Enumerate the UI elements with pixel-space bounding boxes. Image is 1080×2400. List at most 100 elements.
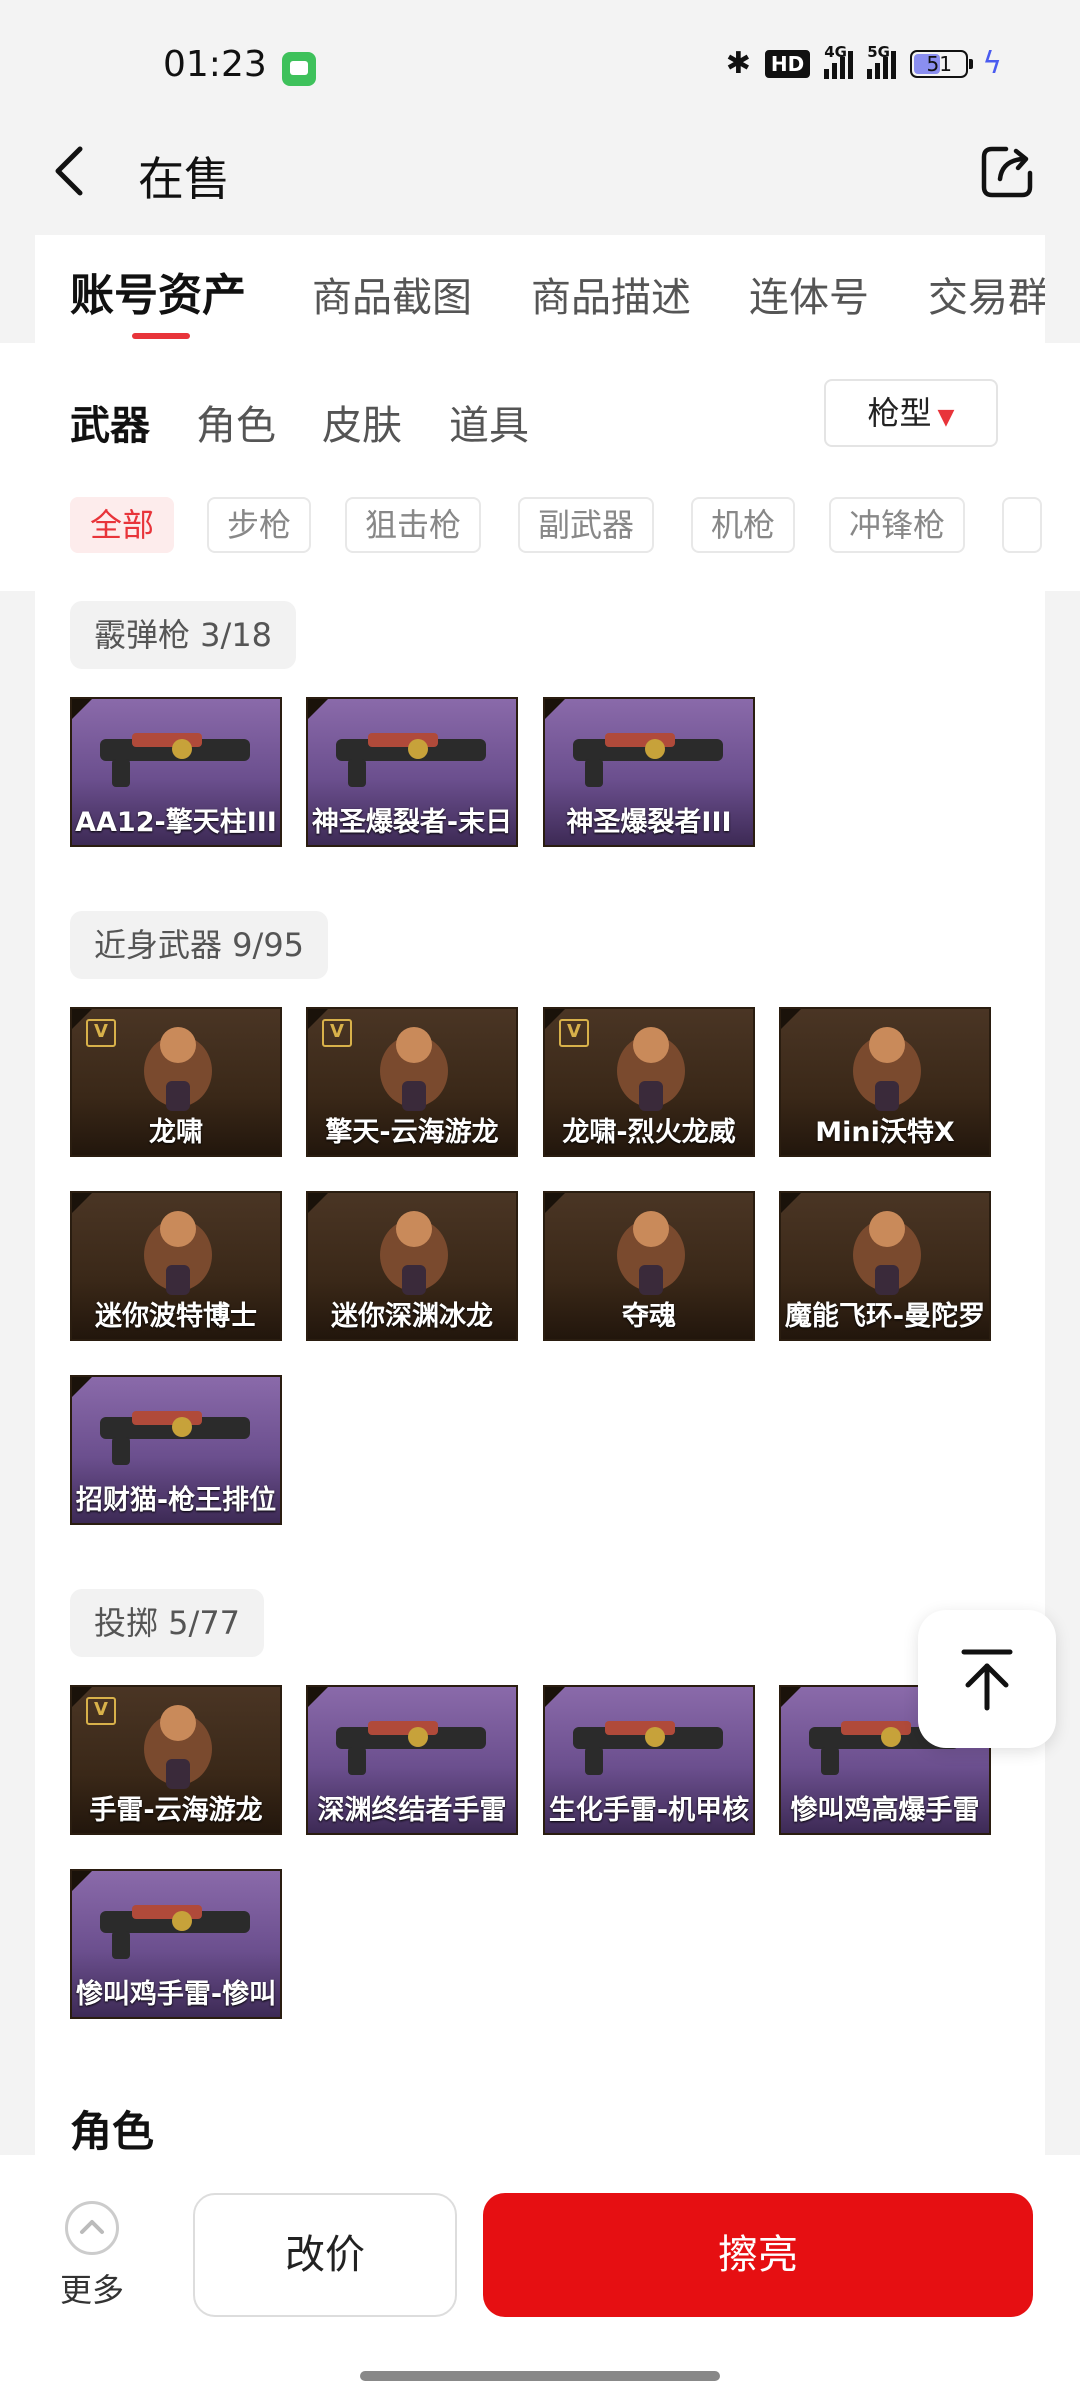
asset-item[interactable]: Mini沃特X: [779, 1007, 991, 1157]
item-image: [336, 1721, 486, 1775]
asset-item[interactable]: 迷你深渊冰龙: [306, 1191, 518, 1341]
tab-active-indicator: [132, 333, 190, 339]
item-image: [336, 733, 486, 787]
asset-item-name: 神圣爆裂者-末日: [311, 807, 513, 838]
item-image: [380, 1211, 448, 1295]
filter-chip-all[interactable]: 全部: [70, 497, 175, 553]
tab-linked-accounts[interactable]: 连体号: [749, 265, 869, 323]
asset-item[interactable]: V 擎天-云海游龙: [306, 1007, 518, 1157]
asset-item[interactable]: 夺魂: [543, 1191, 755, 1341]
vip-badge-icon: V: [559, 1019, 589, 1047]
filter-chip-more[interactable]: [1002, 497, 1042, 553]
more-label: 更多: [59, 2271, 124, 2309]
caret-down-icon: ▼: [937, 405, 955, 430]
asset-item[interactable]: 神圣爆裂者-末日: [306, 697, 518, 847]
vip-badge-icon: V: [86, 1019, 116, 1047]
battery-icon: 51: [910, 49, 974, 78]
asset-item-name: 龙啸-烈火龙威: [562, 1117, 736, 1148]
category-weapons[interactable]: 武器: [70, 393, 150, 451]
asset-item[interactable]: 迷你波特博士: [70, 1191, 282, 1341]
bottom-action-bar: 更多 改价 擦亮: [0, 2155, 1080, 2400]
filter-chip-machine-gun[interactable]: 机枪: [691, 497, 796, 553]
signal-5g-icon: 5G: [867, 43, 897, 79]
asset-item-name: 惨叫鸡高爆手雷: [790, 1795, 980, 1826]
section-title-characters: 角色: [70, 2107, 155, 2156]
asset-item[interactable]: V 龙啸-烈火龙威: [543, 1007, 755, 1157]
nav-header: 在售: [0, 105, 1080, 235]
item-image: [573, 733, 723, 787]
tab-description[interactable]: 商品描述: [531, 265, 691, 323]
asset-item[interactable]: 深渊终结者手雷: [306, 1685, 518, 1835]
bluetooth-icon: ✱: [725, 46, 751, 81]
share-icon: [981, 146, 1033, 198]
asset-item-name: 生化手雷-机甲核: [548, 1795, 750, 1826]
chevron-up-circle-icon: [65, 2201, 119, 2255]
asset-item[interactable]: V 龙啸: [70, 1007, 282, 1157]
asset-item-name: 惨叫鸡手雷-惨叫: [75, 1979, 277, 2010]
asset-item-name: 龙啸: [149, 1117, 203, 1148]
asset-item[interactable]: 惨叫鸡手雷-惨叫: [70, 1869, 282, 2019]
signal-4g-icon: 4G: [824, 43, 854, 79]
status-bar: 01:23 ✱ HD 4G 5G 51 ϟ: [0, 0, 1080, 105]
page-title: 在售: [138, 152, 230, 206]
item-image: [853, 1027, 921, 1111]
vip-badge-icon: V: [86, 1697, 116, 1725]
asset-item-name: 手雷-云海游龙: [89, 1795, 263, 1826]
group-label: 霰弹枪 3/18: [70, 601, 297, 669]
status-icons: ✱ HD 4G 5G 51 ϟ: [725, 43, 1002, 82]
home-indicator: [360, 2371, 720, 2381]
asset-item-name: AA12-擎天柱III: [75, 807, 277, 838]
filter-chip-sniper[interactable]: 狙击枪: [345, 497, 482, 553]
filter-chip-rifle[interactable]: 步枪: [207, 497, 312, 553]
asset-item-name: 擎天-云海游龙: [325, 1117, 499, 1148]
message-app-icon: [282, 52, 316, 86]
item-image: [100, 1905, 250, 1959]
charging-icon: ϟ: [982, 46, 1002, 81]
detail-tabs: 账号资产 商品截图 商品描述 连体号 交易群: [35, 235, 1045, 344]
status-time: 01:23: [163, 44, 267, 85]
group-label: 近身武器 9/95: [70, 911, 329, 979]
item-image: [100, 1411, 250, 1465]
back-button[interactable]: [48, 141, 98, 201]
tab-account-assets[interactable]: 账号资产: [70, 259, 246, 323]
asset-item-name: 招财猫-枪王排位: [75, 1485, 277, 1516]
vip-badge-icon: V: [322, 1019, 352, 1047]
tab-screenshots[interactable]: 商品截图: [312, 265, 472, 323]
gun-type-dropdown[interactable]: 枪型 ▼: [824, 379, 998, 447]
asset-item-name: 迷你波特博士: [95, 1301, 257, 1332]
asset-item-name: 深渊终结者手雷: [317, 1795, 507, 1826]
category-characters[interactable]: 角色: [196, 393, 276, 451]
item-image: [144, 1211, 212, 1295]
share-button[interactable]: [978, 141, 1038, 201]
asset-item[interactable]: 神圣爆裂者III: [543, 697, 755, 847]
category-skins[interactable]: 皮肤: [322, 393, 402, 451]
asset-item[interactable]: V 手雷-云海游龙: [70, 1685, 282, 1835]
arrow-up-to-top-icon: [961, 1649, 1013, 1711]
category-items[interactable]: 道具: [449, 393, 529, 451]
asset-item-name: 神圣爆裂者III: [566, 807, 732, 838]
tab-trade-group[interactable]: 交易群: [928, 265, 1045, 323]
asset-item-name: Mini沃特X: [815, 1117, 955, 1148]
asset-item-name: 迷你深渊冰龙: [331, 1301, 493, 1332]
filter-chip-secondary[interactable]: 副武器: [518, 497, 655, 553]
reprice-button[interactable]: 改价: [193, 2193, 457, 2317]
filter-chip-smg[interactable]: 冲锋枪: [829, 497, 966, 553]
item-image: [573, 1721, 723, 1775]
item-image: [100, 733, 250, 787]
chevron-left-icon: [55, 146, 83, 196]
asset-item[interactable]: 生化手雷-机甲核: [543, 1685, 755, 1835]
category-filter-area: 武器 角色 皮肤 道具 枪型 ▼ 全部 步枪 狙击枪 副武器 机枪 冲锋枪: [0, 343, 1080, 591]
item-image: [617, 1211, 685, 1295]
group-label: 投掷 5/77: [70, 1589, 265, 1657]
gun-type-label: 枪型: [867, 394, 932, 432]
hd-badge: HD: [764, 49, 811, 78]
asset-item[interactable]: 魔能飞环-曼陀罗: [779, 1191, 991, 1341]
polish-button[interactable]: 擦亮: [483, 2193, 1033, 2317]
asset-item[interactable]: AA12-擎天柱III: [70, 697, 282, 847]
asset-item[interactable]: 招财猫-枪王排位: [70, 1375, 282, 1525]
asset-list: 霰弹枪 3/18 AA12-擎天柱III 神圣爆裂者-末日 神圣爆裂者III 近身武器 …: [35, 591, 1045, 2155]
back-to-top-button[interactable]: [918, 1610, 1056, 1748]
asset-item-name: 夺魂: [622, 1301, 676, 1332]
item-image: [853, 1211, 921, 1295]
more-button[interactable]: 更多: [50, 2201, 134, 2311]
